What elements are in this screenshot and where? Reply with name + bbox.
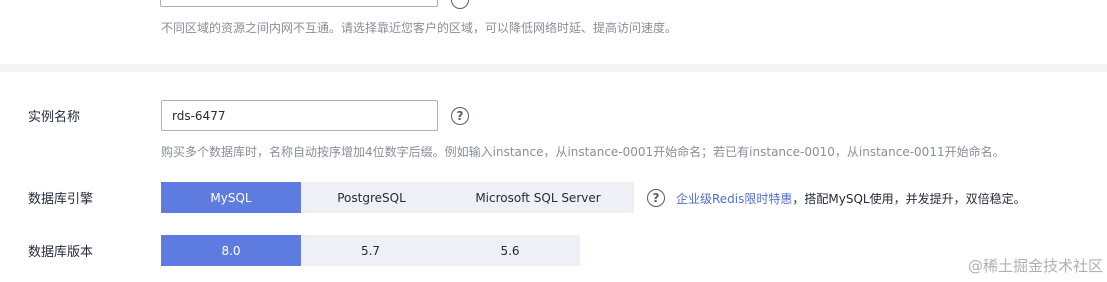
db-engine-selector: MySQL PostgreSQL Microsoft SQL Server — [161, 182, 634, 213]
db-engine-option-mysql[interactable]: MySQL — [161, 182, 301, 213]
region-select[interactable] — [160, 0, 438, 7]
db-engine-option-sqlserver[interactable]: Microsoft SQL Server — [442, 182, 634, 213]
db-version-label: 数据库版本 — [28, 245, 94, 260]
instance-name-input[interactable] — [161, 100, 438, 131]
db-version-option-5-6[interactable]: 5.6 — [440, 235, 580, 266]
redis-promo-text: ，搭配MySQL使用，并发提升，双倍稳定。 — [792, 192, 1026, 206]
db-version-option-5-7[interactable]: 5.7 — [301, 235, 440, 266]
instance-name-hint: 购买多个数据库时，名称自动按序增加4位数字后缀。例如输入instance，从in… — [161, 145, 1005, 159]
instance-name-help-icon[interactable]: ? — [451, 107, 469, 125]
redis-promo: 企业级Redis限时特惠，搭配MySQL使用，并发提升，双倍稳定。 — [676, 190, 1026, 207]
watermark: @稀土掘金技术社区 — [967, 257, 1103, 275]
instance-name-label: 实例名称 — [28, 110, 81, 125]
redis-promo-link[interactable]: 企业级Redis限时特惠 — [676, 192, 792, 206]
db-engine-help-icon[interactable]: ? — [647, 189, 665, 207]
region-hint: 不同区域的资源之间内网不互通。请选择靠近您客户的区域，可以降低网络时延、提高访问… — [161, 21, 678, 35]
region-help-icon[interactable] — [451, 0, 469, 9]
db-engine-label: 数据库引擎 — [28, 192, 94, 207]
db-version-option-8-0[interactable]: 8.0 — [161, 235, 301, 266]
db-version-selector: 8.0 5.7 5.6 — [161, 235, 580, 266]
region-section: 不同区域的资源之间内网不互通。请选择靠近您客户的区域，可以降低网络时延、提高访问… — [0, 0, 1107, 64]
db-engine-option-postgresql[interactable]: PostgreSQL — [301, 182, 442, 213]
